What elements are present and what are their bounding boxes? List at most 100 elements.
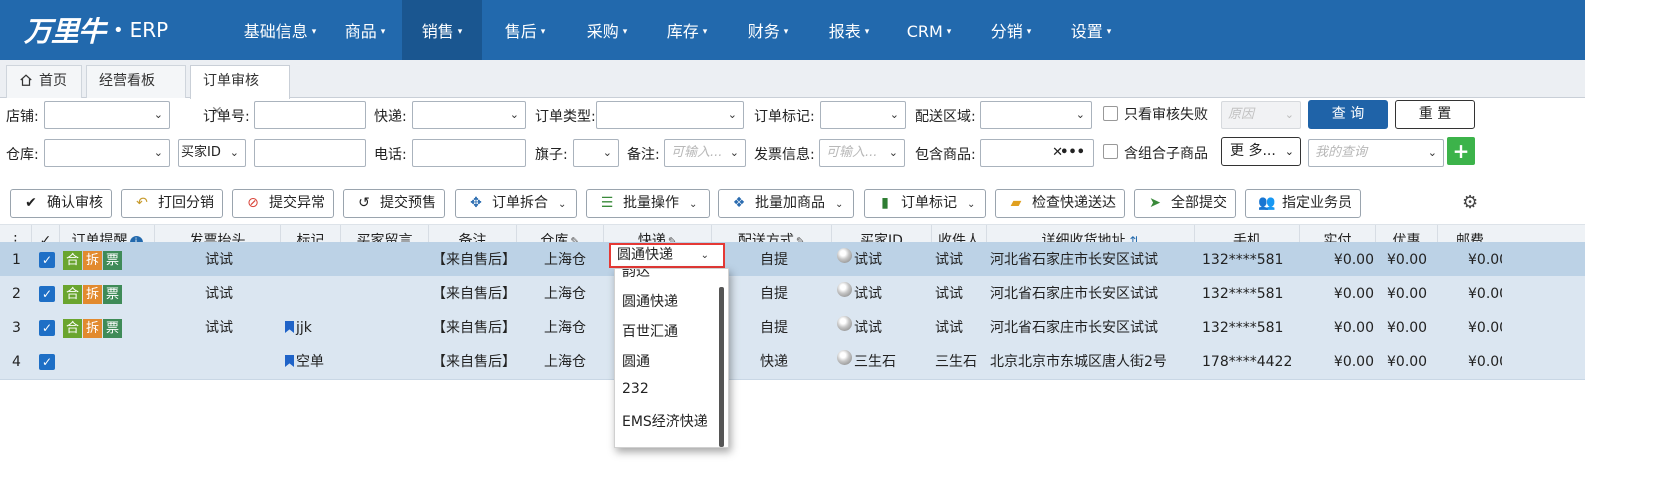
dropdown-option[interactable]: 232 (622, 381, 649, 397)
nav-item-goods[interactable]: 商品 ▾ (330, 0, 400, 60)
batch-operations-button[interactable]: ☰ 批量操作 ⌄ (586, 189, 710, 218)
chevron-down-icon: ⌄ (700, 250, 709, 261)
caret-down-icon: ▾ (311, 27, 317, 37)
check-express-delivery-button[interactable]: ▰ 检查快递送达 (995, 189, 1125, 218)
chevron-down-icon: ⌄ (1427, 146, 1437, 159)
add-query-button[interactable]: + (1447, 137, 1475, 165)
warehouse-select[interactable]: ⌄ (44, 139, 170, 167)
table-row[interactable]: 3 ✓ 合拆票 试试 jjk 【来自售后】 上海仓 自提 试试 试试 河北省石家… (0, 310, 1585, 346)
chevron-down-icon: ⌄ (229, 146, 239, 159)
nav-item-distribution[interactable]: 分销 ▾ (976, 0, 1046, 60)
assign-salesperson-button[interactable]: 👥 指定业务员 (1245, 189, 1361, 218)
caret-down-icon: ▾ (946, 27, 952, 37)
my-query-select[interactable]: 我的查询 ⌄ (1308, 139, 1444, 167)
move-icon: ✥ (470, 195, 482, 211)
dropdown-option[interactable]: EMS经济快递 (622, 411, 708, 431)
home-icon (20, 74, 32, 86)
order-mark-select[interactable]: ⌄ (820, 101, 906, 129)
order-mark-label: 订单标记: (754, 109, 815, 125)
tab-dashboard[interactable]: 经营看板✕ (86, 65, 186, 120)
express-cell-select[interactable]: 圆通快递 ⌄ (609, 243, 725, 268)
nav-item-sales[interactable]: 销售 ▾ (402, 0, 482, 60)
logo-suffix: ERP (129, 18, 169, 42)
dropdown-option[interactable]: 圆通 (622, 351, 650, 371)
delivery-area-select[interactable]: ⌄ (980, 101, 1092, 129)
reset-button[interactable]: 重 置 (1395, 100, 1475, 129)
list-icon: ☰ (600, 195, 614, 211)
phone-label: 电话: (374, 147, 407, 163)
shop-select[interactable]: ⌄ (44, 101, 170, 129)
caret-down-icon: ▾ (622, 27, 628, 37)
chevron-down-icon: ⌄ (153, 146, 163, 159)
audit-fail-only-label: 只看审核失败 (1124, 107, 1208, 123)
express-dropdown-list: 韵达 圆通快递 百世汇通 圆通 232 EMS经济快递 (614, 268, 729, 448)
row-checkbox[interactable]: ✓ (39, 320, 55, 336)
express-select[interactable]: ⌄ (412, 101, 526, 129)
return-icon: ↶ (136, 195, 148, 211)
order-type-label: 订单类型: (535, 109, 596, 125)
return-distribution-button[interactable]: ↶ 打回分销 (121, 189, 223, 218)
audit-fail-only-checkbox[interactable] (1103, 106, 1118, 121)
buyer-avatar-icon (837, 248, 852, 263)
order-type-select[interactable]: ⌄ (596, 101, 744, 129)
table-row[interactable]: 2 ✓ 合拆票 试试 【来自售后】 上海仓 自提 试试 试试 河北省石家庄市长安… (0, 276, 1585, 312)
table-row[interactable]: 1 ✓ 合拆票 试试 【来自售后】 上海仓 自提 试试 试试 河北省石家庄市长安… (0, 242, 1585, 278)
order-mark-button[interactable]: ▮ 订单标记 ⌄ (864, 189, 986, 218)
tab-home[interactable]: 首页 (6, 65, 82, 98)
contains-goods-label: 包含商品: (915, 147, 976, 163)
submit-all-button[interactable]: ➤ 全部提交 (1134, 189, 1236, 218)
row-checkbox[interactable]: ✓ (39, 354, 55, 370)
chevron-down-icon: ⌄ (1075, 108, 1085, 121)
buyer-id-input[interactable] (254, 139, 366, 167)
nav-item-purchase[interactable]: 采购 ▾ (572, 0, 642, 60)
order-tags: 合拆票 (63, 276, 123, 312)
nav-item-after-sales[interactable]: 售后 ▾ (490, 0, 560, 60)
nav-item-finance[interactable]: 财务 ▾ (733, 0, 803, 60)
confirm-audit-button[interactable]: ✔ 确认审核 (10, 189, 112, 218)
chevron-down-icon: ⌄ (729, 146, 739, 159)
query-button[interactable]: 查 询 (1308, 100, 1388, 129)
more-dots-icon[interactable]: ••• (1060, 140, 1085, 166)
combo-child-label: 含组合子商品 (1124, 146, 1208, 162)
submit-exception-button[interactable]: ⊘ 提交异常 (232, 189, 334, 218)
invoice-select[interactable]: 可输入... ⌄ (819, 139, 905, 167)
submit-presale-button[interactable]: ↺ 提交预售 (343, 189, 445, 218)
order-split-merge-button[interactable]: ✥ 订单拆合 ⌄ (455, 189, 577, 218)
contains-goods-input[interactable]: ✕ ••• (980, 139, 1094, 167)
flag-select[interactable]: ⌄ (573, 139, 619, 167)
tab-order-audit[interactable]: 订单审核✕ (190, 65, 290, 120)
remark-select[interactable]: 可输入... ⌄ (664, 139, 746, 167)
check-icon: ✔ (25, 195, 37, 211)
cubes-icon: ❖ (732, 195, 746, 211)
nav-item-reports[interactable]: 报表 ▾ (814, 0, 884, 60)
caret-down-icon: ▾ (1026, 27, 1032, 37)
dropdown-option[interactable]: 圆通快递 (622, 291, 678, 311)
gear-icon[interactable]: ⚙ (1462, 192, 1478, 213)
chevron-down-icon: ⌄ (888, 146, 898, 159)
dropdown-option[interactable]: 韵达 (622, 269, 650, 281)
caret-down-icon: ▾ (864, 27, 870, 37)
caret-down-icon: ▾ (380, 27, 386, 37)
row-checkbox[interactable]: ✓ (39, 252, 55, 268)
nav-item-basic-info[interactable]: 基础信息 ▾ (232, 0, 328, 60)
flag-icon (285, 321, 294, 333)
order-no-input[interactable] (254, 101, 366, 129)
dropdown-scrollbar[interactable] (719, 287, 724, 447)
nav-item-settings[interactable]: 设置 ▾ (1056, 0, 1126, 60)
chevron-down-icon: ⌄ (1284, 145, 1294, 158)
nav-item-inventory[interactable]: 库存 ▾ (652, 0, 722, 60)
nav-item-crm[interactable]: CRM ▾ (894, 0, 964, 60)
buyer-id-type-select[interactable]: 买家ID ⌄ (178, 139, 246, 167)
logo[interactable]: 万里牛 • ERP (24, 10, 168, 50)
reason-select[interactable]: 原因 ⌄ (1221, 101, 1301, 129)
row-checkbox[interactable]: ✓ (39, 286, 55, 302)
caret-down-icon: ▾ (457, 27, 463, 37)
combo-child-checkbox[interactable] (1103, 144, 1118, 159)
batch-add-goods-button[interactable]: ❖ 批量加商品 ⌄ (718, 189, 854, 218)
buyer-avatar-icon (837, 316, 852, 331)
phone-input[interactable] (412, 139, 526, 167)
dropdown-option[interactable]: 百世汇通 (622, 321, 678, 341)
more-filters-button[interactable]: 更 多... ⌄ (1221, 137, 1301, 166)
table-row[interactable]: 4 ✓ 空单 【来自售后】 上海仓 快递 三生石 三生石 北京北京市东城区唐人街… (0, 344, 1585, 380)
chevron-down-icon: ⌄ (1284, 108, 1294, 121)
